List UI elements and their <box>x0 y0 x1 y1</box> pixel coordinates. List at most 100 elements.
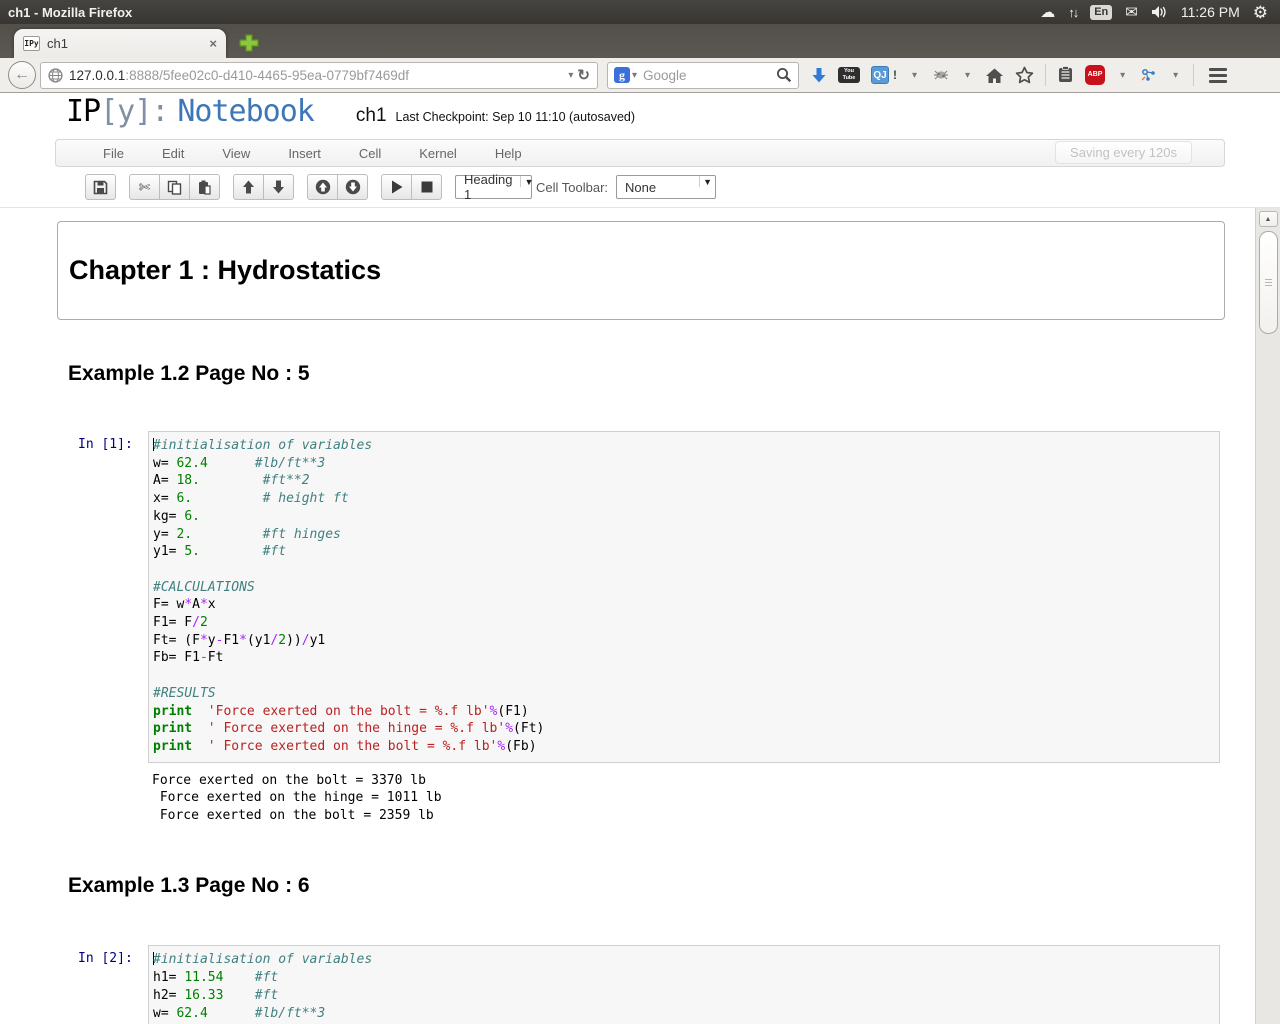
code-editor-1[interactable]: #initialisation of variablesw= 62.4 #lb/… <box>148 431 1220 763</box>
browser-tab-ch1[interactable]: IPy ch1 × <box>14 29 226 58</box>
insert-cell-below-button[interactable] <box>337 174 368 200</box>
code-cell-2: In [2]: #initialisation of variablesh1= … <box>70 945 1220 1024</box>
cell-toolbar-select[interactable]: None ▼ <box>616 175 716 199</box>
back-button[interactable]: ← <box>8 61 36 89</box>
search-icon[interactable] <box>776 67 792 83</box>
cloud-icon[interactable]: ☁ <box>1040 5 1055 20</box>
quickjava-icon[interactable]: QJ <box>871 66 889 84</box>
code-token: * <box>184 597 192 612</box>
adblock-icon[interactable]: ABP <box>1085 65 1105 85</box>
example-heading-1-2[interactable]: Example 1.2 Page No : 5 <box>68 362 1255 386</box>
run-cell-button[interactable] <box>381 174 412 200</box>
menu-help[interactable]: Help <box>476 146 541 161</box>
cell-type-select[interactable]: Heading 1 ▼ <box>455 175 532 199</box>
menu-kernel[interactable]: Kernel <box>400 146 476 161</box>
network-arrows-icon[interactable]: ↑↓ <box>1068 6 1077 19</box>
quickjava-dropdown-icon[interactable]: ▾ <box>908 70 921 81</box>
search-bar[interactable]: g ▾ Google <box>607 62 799 89</box>
select-arrow-icon: ▼ <box>520 176 533 187</box>
google-engine-icon: g <box>614 67 630 83</box>
selected-heading-cell[interactable]: Chapter 1 : Hydrostatics <box>57 221 1225 320</box>
search-engine-dropdown-icon[interactable]: ▾ <box>630 70 639 81</box>
code-line: print 'Force exerted on the bolt = %.f l… <box>153 703 1211 721</box>
code-token: % <box>505 721 513 736</box>
mail-icon[interactable]: ✉ <box>1125 5 1138 20</box>
home-icon[interactable] <box>985 67 1004 84</box>
interrupt-kernel-button[interactable] <box>411 174 442 200</box>
stop-icon <box>421 181 433 193</box>
menu-insert[interactable]: Insert <box>269 146 340 161</box>
browser-toolbar-icons: YouTube QJ ! ▾ ▾ ABP ▾ ▾ <box>811 64 1227 86</box>
code-token: w= <box>153 456 176 471</box>
system-tray: ☁ ↑↓ En ✉ 11:26 PM ⚙ <box>1040 4 1280 21</box>
scrollbar-thumb[interactable] <box>1259 231 1278 334</box>
move-cell-down-button[interactable] <box>263 174 294 200</box>
url-bar[interactable]: 127.0.0.1:8888/5fee02c0-d410-4465-95ea-0… <box>40 62 598 89</box>
bookmark-star-icon[interactable] <box>1015 66 1034 84</box>
autosave-status-button[interactable]: Saving every 120s <box>1055 141 1192 164</box>
cut-button[interactable]: ✄ <box>129 174 160 200</box>
downloads-icon[interactable] <box>811 67 827 84</box>
code-line <box>153 561 1211 579</box>
url-dropdown-icon[interactable]: ▾ <box>564 70 577 81</box>
code-token <box>208 456 255 471</box>
tab-close-icon[interactable]: × <box>209 36 217 51</box>
code-token: y= <box>153 527 176 542</box>
code-line: print ' Force exerted on the bolt = %.f … <box>153 738 1211 756</box>
menu-file[interactable]: File <box>84 146 143 161</box>
code-token: y <box>208 633 216 648</box>
code-token: F= w <box>153 597 184 612</box>
menu-view[interactable]: View <box>203 146 269 161</box>
adblock-dropdown-icon[interactable]: ▾ <box>1116 70 1129 81</box>
cut-icon: ✄ <box>139 179 151 196</box>
notebook-title[interactable]: ch1 <box>356 105 387 127</box>
new-tab-button[interactable] <box>238 33 260 53</box>
scrollbar-up-arrow[interactable]: ▲ <box>1259 211 1278 227</box>
code-token: #ft hinges <box>263 527 341 542</box>
code-token: * <box>239 633 247 648</box>
code-editor-2[interactable]: #initialisation of variablesh1= 11.54 #f… <box>148 945 1220 1024</box>
copy-button[interactable] <box>159 174 190 200</box>
code-token: #ft <box>255 988 278 1003</box>
code-token: print <box>153 704 192 719</box>
code-token: * <box>200 597 208 612</box>
addon-bug-dropdown-icon[interactable]: ▾ <box>961 70 974 81</box>
code-token: (Ft) <box>513 721 544 736</box>
code-token <box>208 1006 255 1021</box>
code-token <box>200 473 263 488</box>
reload-icon[interactable]: ↻ <box>577 66 590 84</box>
gear-icon[interactable]: ⚙ <box>1253 4 1268 21</box>
paste-button[interactable] <box>189 174 220 200</box>
code-token <box>223 970 254 985</box>
menu-hamburger-icon[interactable] <box>1209 68 1227 83</box>
youtube-icon[interactable]: YouTube <box>838 67 860 83</box>
code-token: h1= <box>153 970 184 985</box>
addon-bug-icon[interactable] <box>932 67 950 83</box>
arrow-down-icon <box>272 180 285 194</box>
code-token: ' Force exerted on the bolt = %.f lb' <box>208 739 498 754</box>
paste-icon <box>197 180 212 195</box>
notebook-menubar: FileEditViewInsertCellKernelHelp <box>55 139 1225 167</box>
move-cell-up-button[interactable] <box>233 174 264 200</box>
url-path: :8888/5fee02c0-d410-4465-95ea-0779bf7469… <box>125 68 409 83</box>
example-heading-1-3[interactable]: Example 1.3 Page No : 6 <box>68 874 1255 898</box>
code-token: ' Force exerted on the hinge = %.f lb' <box>208 721 505 736</box>
code-token <box>192 721 208 736</box>
save-button[interactable] <box>85 174 116 200</box>
clock[interactable]: 11:26 PM <box>1181 4 1240 20</box>
menu-edit[interactable]: Edit <box>143 146 203 161</box>
notebook-header: IP[y]:Notebook ch1 Last Checkpoint: Sep … <box>0 94 1280 139</box>
speaker-icon[interactable] <box>1151 5 1168 19</box>
play-icon <box>391 180 403 194</box>
back-icon: ← <box>14 66 30 84</box>
addon-network-icon[interactable] <box>1140 67 1158 83</box>
menu-cell[interactable]: Cell <box>340 146 400 161</box>
keyboard-layout-indicator[interactable]: En <box>1090 5 1112 20</box>
toolbar-separator <box>1045 64 1046 86</box>
bookmarks-menu-icon[interactable] <box>1057 66 1074 84</box>
page-scrollbar[interactable]: ▲ <box>1255 208 1280 1024</box>
ipython-logo[interactable]: IP[y]:Notebook <box>66 94 314 129</box>
addon-network-dropdown-icon[interactable]: ▾ <box>1169 70 1182 81</box>
insert-cell-above-button[interactable] <box>307 174 338 200</box>
output-line: Force exerted on the bolt = 2359 lb <box>152 807 1220 825</box>
